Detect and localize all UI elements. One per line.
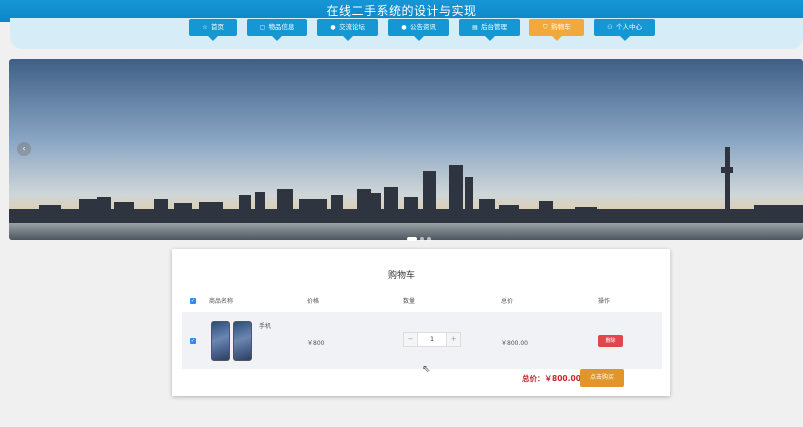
delete-button[interactable]: 删除: [598, 335, 623, 347]
nav-item-goods[interactable]: ▢ 物品信息: [247, 19, 307, 41]
row-total: ￥800.00: [501, 340, 528, 347]
nav-item-news[interactable]: ● 公告资讯: [388, 19, 449, 41]
skyline-image: [9, 59, 803, 240]
col-header-action: 操作: [598, 298, 611, 305]
quantity-stepper: − 1 +: [403, 332, 461, 347]
app-title: 在线二手系统的设计与实现: [326, 4, 477, 18]
quantity-input[interactable]: 1: [418, 333, 446, 346]
user-icon: ⚇: [607, 24, 613, 31]
increase-button[interactable]: +: [446, 333, 460, 346]
total-label: 总价：: [522, 374, 545, 383]
nav-item-profile[interactable]: ⚇ 个人中心: [594, 19, 655, 41]
carousel-banner[interactable]: [9, 59, 803, 240]
bag-icon: ▢: [259, 24, 266, 31]
star-icon: ☆: [202, 24, 208, 31]
nav-item-admin[interactable]: ▤ 后台管理: [459, 19, 520, 41]
mouse-cursor-icon: ⇖: [422, 364, 431, 375]
nav-item-home[interactable]: ☆ 首页: [189, 19, 237, 41]
col-header-name: 商品名称: [209, 298, 234, 305]
grid-icon: ▤: [472, 24, 478, 31]
carousel-dot[interactable]: [407, 236, 417, 241]
carousel-dots: [407, 228, 434, 241]
product-price: ￥800: [307, 340, 325, 347]
nav-item-cart[interactable]: ⛉ 购物车: [529, 19, 584, 41]
carousel-prev-button[interactable]: ‹: [17, 142, 31, 156]
product-image: [211, 321, 230, 361]
carousel-dot[interactable]: [427, 236, 431, 241]
main-nav: ☆ 首页 ▢ 物品信息 ● 交流论坛 ● 公告资讯 ▤ 后台管理 ⛉ 购物车 ⚇ 个人中心: [0, 19, 803, 43]
select-all-checkbox[interactable]: ✓: [190, 298, 196, 304]
total-value: ￥800.00: [544, 374, 581, 383]
info-icon: ●: [401, 24, 407, 31]
product-name[interactable]: 手机: [259, 321, 271, 330]
carousel-dot[interactable]: [420, 236, 424, 241]
buy-button[interactable]: 点击购买: [580, 369, 624, 387]
col-header-quantity: 数量: [403, 298, 416, 305]
cart-title: 购物车: [387, 271, 415, 281]
decrease-button[interactable]: −: [404, 333, 418, 346]
col-header-total: 总价: [501, 298, 514, 305]
cart-icon: ⛉: [542, 24, 548, 31]
product-image: [233, 321, 252, 361]
nav-item-forum[interactable]: ● 交流论坛: [317, 19, 378, 41]
col-header-price: 价格: [307, 298, 320, 305]
info-icon: ●: [330, 24, 336, 31]
cart-total: 总价：￥800.00: [522, 373, 581, 384]
row-checkbox[interactable]: ✓: [190, 338, 196, 344]
